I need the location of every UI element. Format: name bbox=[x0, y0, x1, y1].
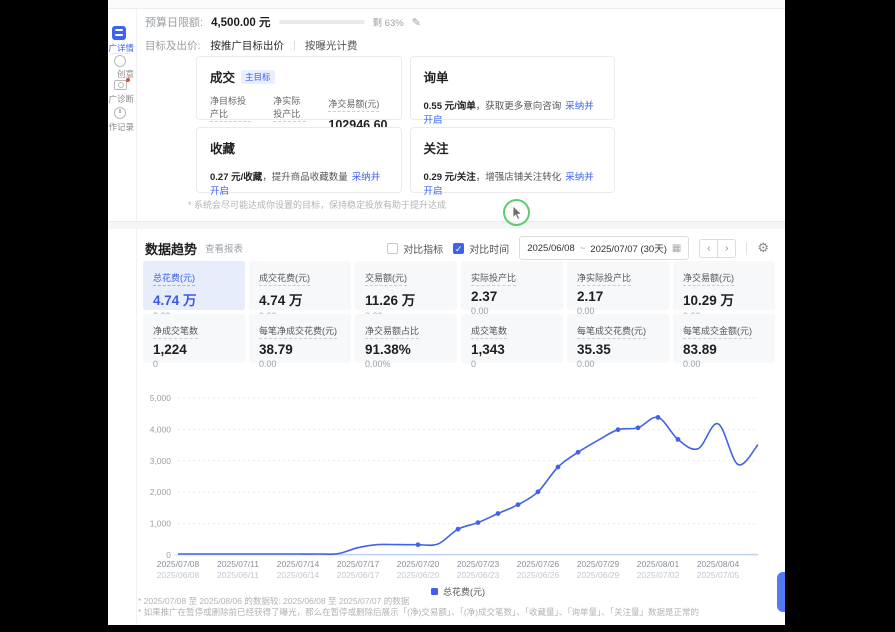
section-divider bbox=[108, 221, 785, 229]
notification-dot bbox=[126, 78, 130, 82]
view-report-link[interactable]: 查看报表 bbox=[205, 241, 243, 255]
svg-text:2025/06/14: 2025/06/14 bbox=[277, 570, 320, 580]
date-end: 2025/07/07 (30天) bbox=[590, 241, 667, 255]
svg-text:2025/07/02: 2025/07/02 bbox=[637, 570, 680, 580]
sidebar-item-diagnosis[interactable]: 推广诊断 bbox=[108, 93, 134, 105]
card-title: 询单 bbox=[424, 67, 449, 86]
goal-card-follow: 关注 0.29 元/关注，增强店铺关注转化采纳并开启 bbox=[410, 127, 616, 193]
primary-goal-badge: 主目标 bbox=[241, 70, 275, 84]
top-strip bbox=[108, 0, 785, 9]
idea-icon[interactable] bbox=[114, 55, 126, 67]
budget-remaining: 剩 63% bbox=[373, 15, 404, 29]
svg-text:2025/08/04: 2025/08/04 bbox=[697, 559, 740, 569]
metric-tiles: 总花费(元) 4.74 万 0.00 成交花费(元) 4.74 万 0.00 交… bbox=[143, 261, 775, 363]
gear-icon[interactable]: ⚙ bbox=[757, 240, 769, 256]
svg-text:2025/06/23: 2025/06/23 bbox=[457, 570, 500, 580]
footnote-compare-range: * 2025/07/08 至 2025/08/06 的数据较: 2025/06/… bbox=[138, 596, 699, 607]
svg-text:2025/07/14: 2025/07/14 bbox=[277, 559, 320, 569]
svg-text:2025/07/29: 2025/07/29 bbox=[577, 559, 620, 569]
card-title: 收藏 bbox=[210, 138, 235, 157]
chart-footnotes: * 2025/07/08 至 2025/08/06 的数据较: 2025/06/… bbox=[138, 596, 699, 618]
svg-text:2025/06/17: 2025/06/17 bbox=[337, 570, 380, 580]
calendar-icon: ▦ bbox=[672, 243, 681, 254]
svg-text:2025/06/29: 2025/06/29 bbox=[577, 570, 620, 580]
metric-tile[interactable]: 每笔成交花费(元) 35.35 0.00 bbox=[567, 314, 669, 363]
goal-note: * 系统会尽可能达成你设置的目标，保持稳定投放有助于提升达成 bbox=[188, 198, 446, 211]
sidebar-rail: 推广详情 创意 推广诊断 操作记录 bbox=[108, 9, 137, 625]
date-range-picker[interactable]: 2025/06/08 ~ 2025/07/07 (30天) ▦ bbox=[519, 236, 689, 260]
goal-card-deal: 成交 主目标 净目标投产比 ⓘ 2.45 ✎ 净实际投产比 2.17 净交易额(… bbox=[196, 56, 402, 120]
metric-tile[interactable]: 交易额(元) 11.26 万 0.00 bbox=[355, 261, 457, 310]
metric-tile[interactable]: 净交易额(元) 10.29 万 0.00 bbox=[673, 261, 775, 310]
date-pager: ‹ › bbox=[699, 239, 736, 258]
next-period-button[interactable]: › bbox=[717, 239, 736, 258]
camera-icon[interactable] bbox=[114, 80, 127, 90]
svg-text:4,000: 4,000 bbox=[150, 424, 172, 434]
trend-title: 数据趋势 bbox=[145, 239, 197, 258]
goal-card-inquiry: 询单 0.55 元/询单，获取更多意向咨询采纳并开启 bbox=[410, 56, 616, 120]
prev-period-button[interactable]: ‹ bbox=[699, 239, 718, 258]
svg-text:2025/08/01: 2025/08/01 bbox=[637, 559, 680, 569]
footnote-paused-data: * 如果推广在暂停或删除前已经获得了曝光，那么在暂停或删除后展示「(净)交易额」… bbox=[138, 607, 699, 618]
svg-text:1,000: 1,000 bbox=[150, 519, 172, 529]
date-start: 2025/06/08 bbox=[527, 243, 575, 254]
svg-text:2025/07/26: 2025/07/26 bbox=[517, 559, 560, 569]
clock-icon[interactable] bbox=[114, 107, 126, 119]
svg-text:2025/06/11: 2025/06/11 bbox=[217, 570, 259, 580]
svg-text:2025/06/08: 2025/06/08 bbox=[157, 570, 200, 580]
metric-tile[interactable]: 成交笔数 1,343 0 bbox=[461, 314, 563, 363]
goal-cards: 成交 主目标 净目标投产比 ⓘ 2.45 ✎ 净实际投产比 2.17 净交易额(… bbox=[196, 56, 615, 193]
trend-chart-svg: 01,0002,0003,0004,0005,0002025/07/082025… bbox=[138, 386, 778, 584]
compare-metric-checkbox[interactable]: 对比指标 bbox=[387, 241, 443, 256]
budget-label: 预算日限额: bbox=[145, 14, 203, 30]
svg-text:2,000: 2,000 bbox=[150, 487, 172, 497]
metric-tile[interactable]: 总花费(元) 4.74 万 0.00 bbox=[143, 261, 245, 310]
mouse-cursor-icon bbox=[512, 206, 524, 221]
bidding-label: 目标及出价: bbox=[145, 38, 200, 53]
main-panel: 推广详情 创意 推广诊断 操作记录 预算日限额: 4,500.00 元 剩 63… bbox=[108, 0, 785, 625]
budget-progress-bar bbox=[279, 20, 365, 24]
svg-text:3,000: 3,000 bbox=[150, 456, 172, 466]
metric-tile[interactable]: 成交花费(元) 4.74 万 0.00 bbox=[249, 261, 351, 310]
rail-divider bbox=[111, 53, 131, 54]
svg-text:2025/07/17: 2025/07/17 bbox=[337, 559, 380, 569]
budget-amount: 4,500.00 元 bbox=[211, 14, 270, 30]
tab-separator bbox=[294, 41, 295, 51]
card-title: 成交 bbox=[210, 67, 235, 86]
metric-tile[interactable]: 净实际投产比 2.17 0.00 bbox=[567, 261, 669, 310]
checkbox-unchecked-icon bbox=[387, 243, 398, 254]
svg-text:2025/06/20: 2025/06/20 bbox=[397, 570, 440, 580]
promo-detail-icon[interactable] bbox=[112, 26, 126, 40]
metric-tile[interactable]: 每笔净成交花费(元) 38.79 0.00 bbox=[249, 314, 351, 363]
checkbox-checked-icon: ✓ bbox=[453, 243, 464, 254]
trend-header: 数据趋势 查看报表 对比指标 ✓ 对比时间 2025/06/08 ~ 2025/… bbox=[145, 236, 769, 260]
metric-tile[interactable]: 净成交笔数 1,224 0 bbox=[143, 314, 245, 363]
scrollbar-thumb[interactable] bbox=[777, 572, 785, 612]
compare-time-checkbox[interactable]: ✓ 对比时间 bbox=[453, 241, 509, 256]
daily-budget-row: 预算日限额: 4,500.00 元 剩 63% ✎ bbox=[145, 14, 421, 30]
svg-text:2025/07/20: 2025/07/20 bbox=[397, 559, 440, 569]
svg-text:2025/07/11: 2025/07/11 bbox=[217, 559, 259, 569]
card-title: 关注 bbox=[424, 138, 449, 157]
svg-text:2025/06/26: 2025/06/26 bbox=[517, 570, 560, 580]
tab-bid-by-goal[interactable]: 按推广目标出价 bbox=[210, 38, 284, 53]
sidebar-item-history[interactable]: 操作记录 bbox=[108, 121, 134, 133]
svg-text:2025/07/23: 2025/07/23 bbox=[457, 559, 500, 569]
controls-divider bbox=[746, 242, 747, 255]
edit-budget-icon[interactable]: ✎ bbox=[412, 16, 421, 29]
svg-text:2025/07/05: 2025/07/05 bbox=[697, 570, 740, 580]
svg-text:2025/07/08: 2025/07/08 bbox=[157, 559, 200, 569]
metric-tile[interactable]: 实际投产比 2.37 0.00 bbox=[461, 261, 563, 310]
metric-tile[interactable]: 每笔成交金额(元) 83.89 0.00 bbox=[673, 314, 775, 363]
trend-chart: 01,0002,0003,0004,0005,0002025/07/082025… bbox=[138, 386, 778, 584]
sidebar-item-creative[interactable]: 创意 bbox=[108, 68, 134, 80]
metric-tile[interactable]: 净交易额占比 91.38% 0.00% bbox=[355, 314, 457, 363]
click-indicator-ring bbox=[503, 199, 530, 226]
legend-swatch bbox=[431, 588, 438, 595]
bidding-row: 目标及出价: 按推广目标出价 按曝光计费 bbox=[145, 38, 357, 53]
tab-bid-by-impression[interactable]: 按曝光计费 bbox=[305, 38, 358, 53]
goal-card-favorite: 收藏 0.27 元/收藏，提升商品收藏数量采纳并开启 bbox=[196, 127, 402, 193]
svg-text:5,000: 5,000 bbox=[150, 393, 172, 403]
